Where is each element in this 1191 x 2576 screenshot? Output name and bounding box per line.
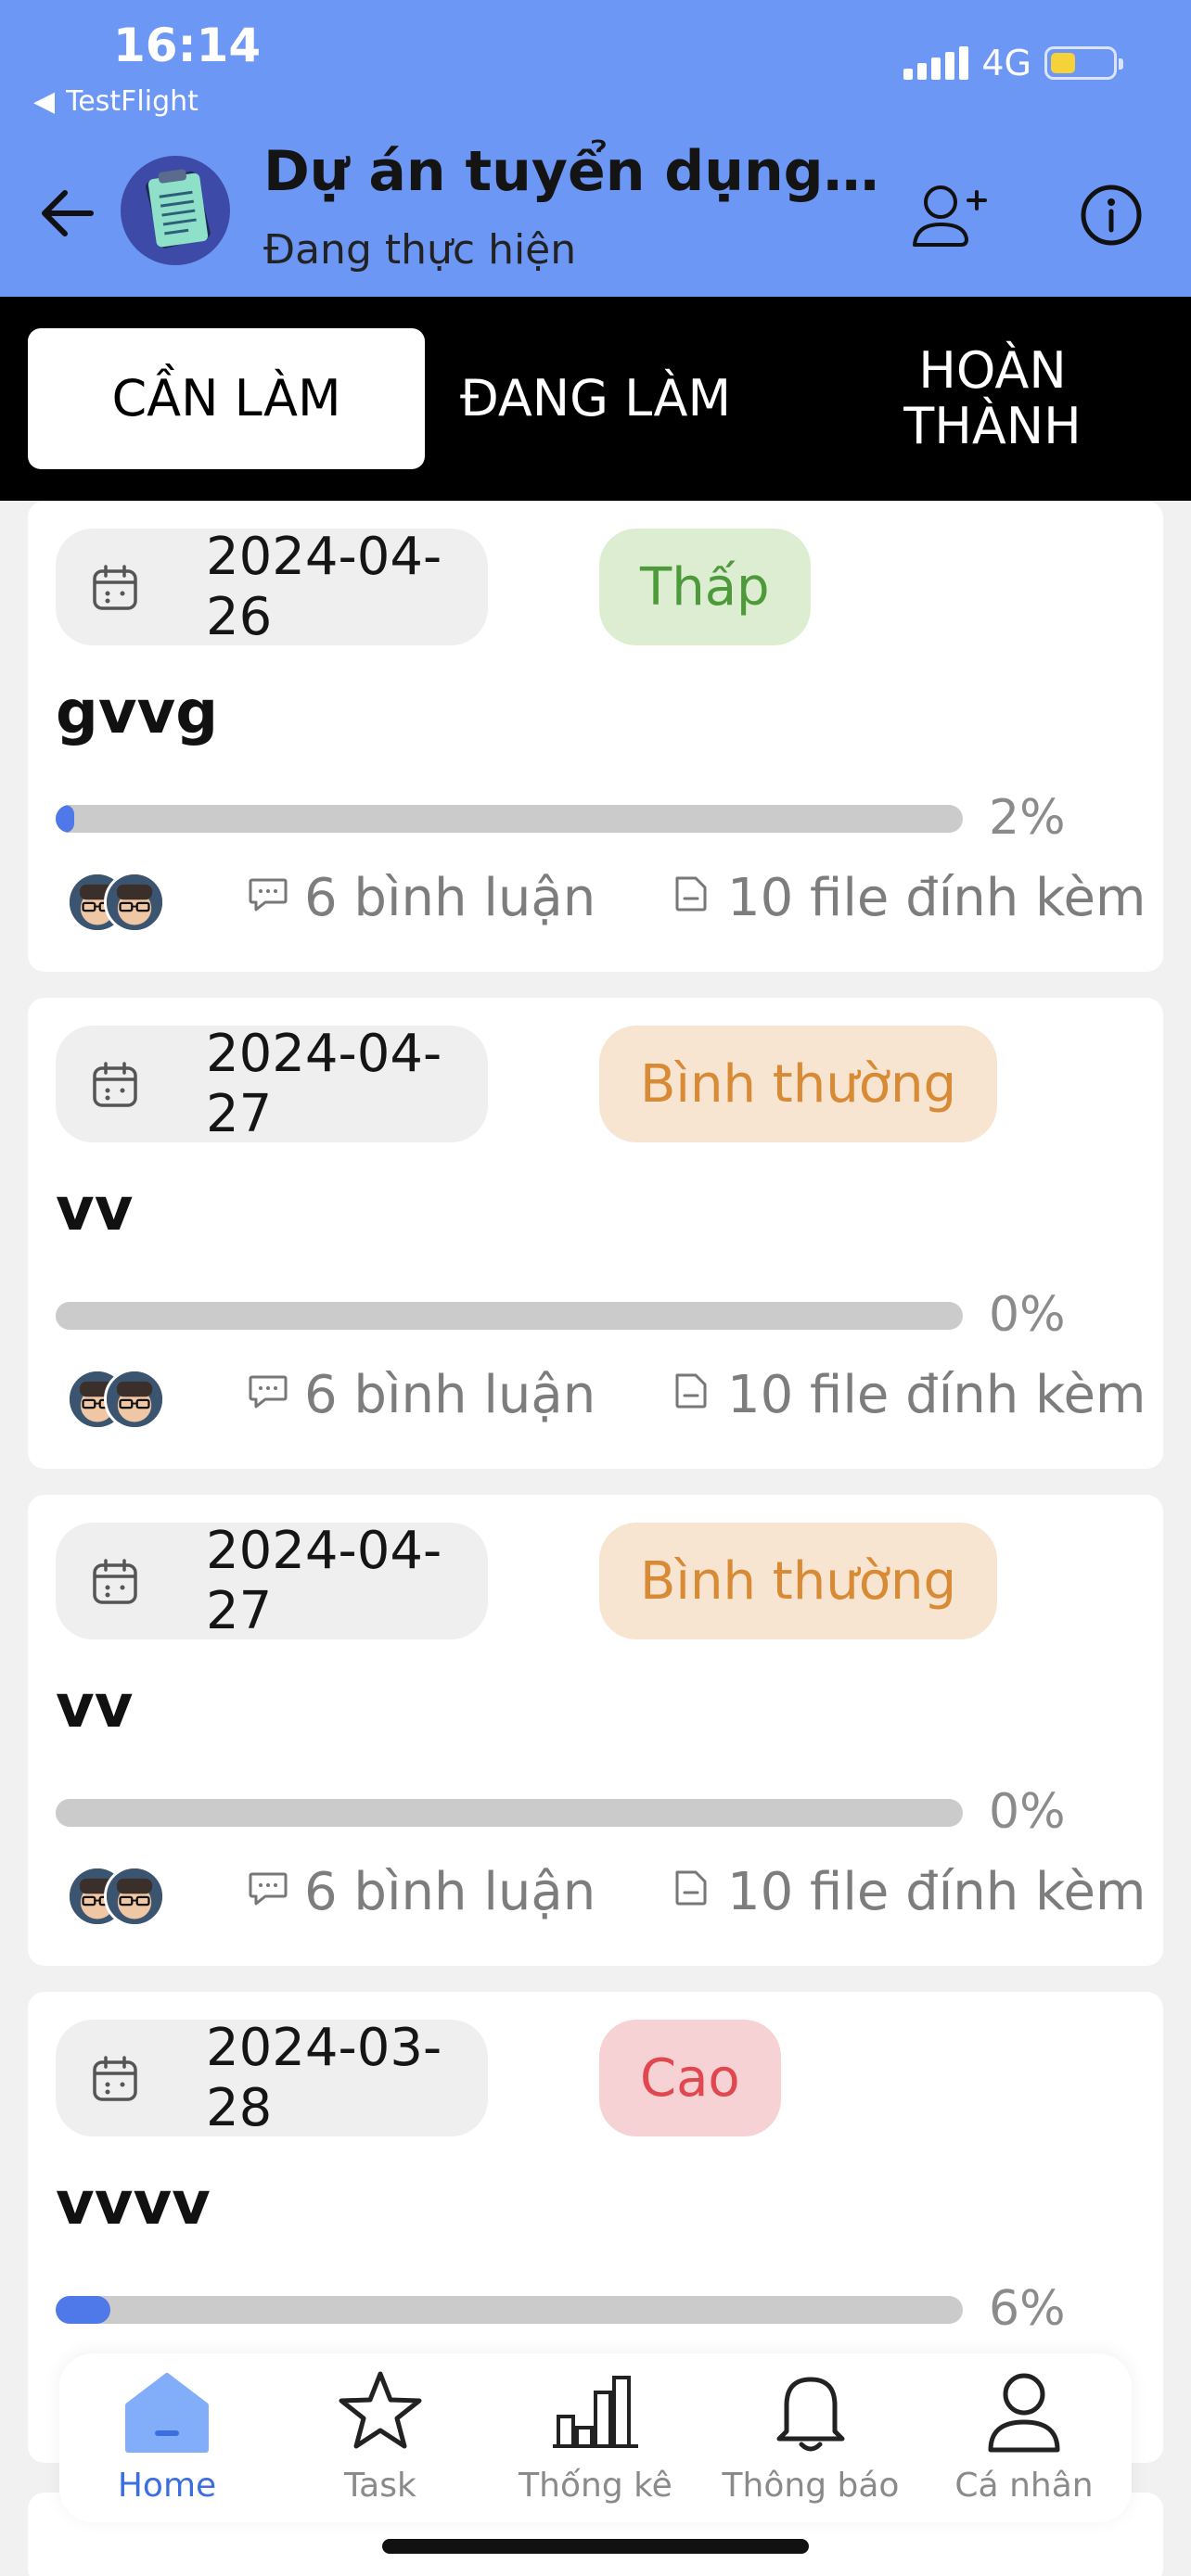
chart-icon — [549, 2365, 642, 2457]
tab-can-lam[interactable]: CẦN LÀM — [28, 328, 425, 469]
nav-task-label: Task — [344, 2467, 416, 2505]
info-icon[interactable] — [1072, 176, 1150, 254]
avatar — [104, 872, 165, 933]
due-date-pill: 2024-04-27 — [56, 1521, 488, 1641]
task-title: vv — [56, 1673, 134, 1741]
add-member-icon[interactable] — [905, 172, 989, 256]
comments-count[interactable]: 6 bình luận — [247, 1862, 596, 1922]
task-card[interactable]: 2024-04-26 Thấp gvvg 2% 6 bình luận 10 file đ… — [28, 501, 1163, 972]
comments-label: 6 bình luận — [304, 1862, 596, 1922]
progress-percent: 0% — [989, 1287, 1066, 1343]
avatar — [104, 1866, 165, 1927]
attachments-count[interactable]: 10 file đính kèm — [670, 868, 1146, 928]
star-icon — [334, 2365, 427, 2457]
back-arrow-icon[interactable] — [33, 176, 108, 250]
task-status-tabs: CẦN LÀM ĐANG LÀM HOÀN THÀNH — [0, 297, 1191, 501]
progress-fill — [56, 805, 74, 833]
task-card[interactable]: 2024-04-27 Bình thường vv 0% 6 bình luận 10 f… — [28, 998, 1163, 1469]
task-title: vv — [56, 1176, 134, 1244]
nav-profile-label: Cá nhân — [954, 2467, 1094, 2505]
progress-fill — [56, 2296, 110, 2324]
attachments-label: 10 file đính kèm — [727, 868, 1146, 928]
nav-task[interactable]: Task — [288, 2365, 473, 2513]
assignee-avatars[interactable] — [67, 1369, 169, 1434]
priority-badge: Bình thường — [599, 1026, 998, 1142]
due-date-pill: 2024-04-26 — [56, 527, 488, 647]
status-indicators: 4G — [903, 43, 1123, 83]
nav-statistics[interactable]: Thống kê — [503, 2365, 688, 2513]
file-icon — [670, 1365, 712, 1425]
app-screen: 16:14 ◀ TestFlight 4G Dự án tuyển dụng n… — [0, 0, 1191, 2576]
priority-badge: Thấp — [599, 529, 811, 645]
comment-icon — [247, 1365, 289, 1425]
comment-icon — [247, 1862, 289, 1922]
priority-badge: Cao — [599, 2020, 781, 2136]
task-card[interactable]: 2024-04-27 Bình thường vv 0% 6 bình luận 10 f… — [28, 1495, 1163, 1966]
progress-percent: 2% — [989, 790, 1066, 846]
assignee-avatars[interactable] — [67, 1866, 169, 1931]
nav-notifications-label: Thông báo — [722, 2467, 900, 2505]
progress-bar — [56, 1302, 963, 1330]
status-time: 16:14 — [113, 19, 262, 72]
signal-icon — [903, 46, 969, 80]
nav-statistics-label: Thống kê — [519, 2467, 672, 2505]
attachments-count[interactable]: 10 file đính kèm — [670, 1862, 1146, 1922]
nav-home-label: Home — [117, 2467, 217, 2505]
bottom-navigation: Home Task Thống kê Thông báo Cá nhân — [59, 2353, 1132, 2522]
avatar — [104, 1369, 165, 1430]
project-title: Dự án tuyển dụng nhâ... — [263, 139, 894, 204]
tab-dang-lam[interactable]: ĐANG LÀM — [436, 328, 755, 469]
task-title: gvvg — [56, 679, 219, 747]
comments-label: 6 bình luận — [304, 1365, 596, 1425]
comments-count[interactable]: 6 bình luận — [247, 868, 596, 928]
user-icon — [978, 2365, 1070, 2457]
nav-notifications[interactable]: Thông báo — [718, 2365, 903, 2513]
file-icon — [670, 868, 712, 928]
file-icon — [670, 1862, 712, 1922]
due-date-pill: 2024-04-27 — [56, 1024, 488, 1144]
back-app-label: TestFlight — [66, 85, 198, 118]
attachments-label: 10 file đính kèm — [727, 1365, 1146, 1425]
assignee-avatars[interactable] — [67, 872, 169, 937]
home-indicator — [382, 2539, 809, 2554]
project-status: Đang thực hiện — [263, 226, 577, 274]
comment-icon — [247, 868, 289, 928]
due-date: 2024-04-27 — [206, 1521, 442, 1641]
progress-bar — [56, 1799, 963, 1827]
due-date: 2024-04-27 — [206, 1024, 442, 1144]
attachments-label: 10 file đính kèm — [727, 1862, 1146, 1922]
nav-home[interactable]: Home — [74, 2365, 260, 2513]
header: 16:14 ◀ TestFlight 4G Dự án tuyển dụng n… — [0, 0, 1191, 297]
tab-hoan-thanh[interactable]: HOÀN THÀNH — [835, 328, 1150, 469]
task-title: vvvv — [56, 2170, 211, 2238]
bell-icon — [764, 2365, 857, 2457]
nav-profile[interactable]: Cá nhân — [931, 2365, 1117, 2513]
home-icon — [121, 2365, 213, 2457]
network-type: 4G — [981, 43, 1031, 83]
progress-percent: 6% — [989, 2281, 1066, 2337]
back-to-app-link[interactable]: ◀ TestFlight — [33, 85, 198, 118]
priority-badge: Bình thường — [599, 1523, 998, 1639]
battery-icon — [1044, 46, 1123, 80]
comments-count[interactable]: 6 bình luận — [247, 1365, 596, 1425]
comments-label: 6 bình luận — [304, 868, 596, 928]
due-date-pill: 2024-03-28 — [56, 2018, 488, 2138]
progress-bar — [56, 805, 963, 833]
progress-percent: 0% — [989, 1784, 1066, 1840]
progress-bar — [56, 2296, 963, 2324]
due-date: 2024-04-26 — [206, 527, 442, 647]
due-date: 2024-03-28 — [206, 2018, 442, 2138]
attachments-count[interactable]: 10 file đính kèm — [670, 1365, 1146, 1425]
project-clipboard-icon — [121, 156, 230, 265]
back-triangle-icon: ◀ — [33, 85, 56, 118]
